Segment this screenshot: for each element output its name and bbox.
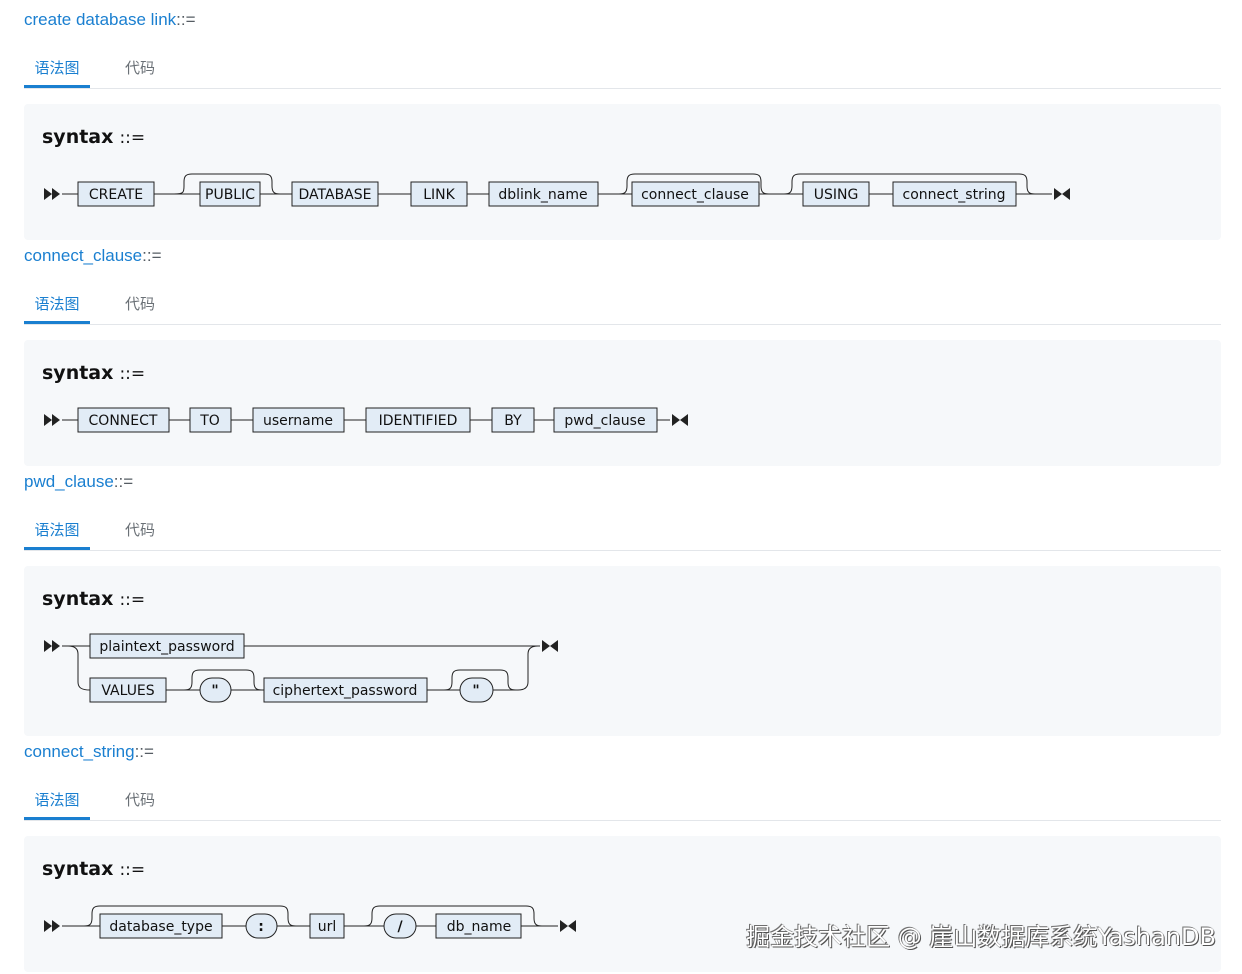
node-label: database_type — [109, 919, 212, 935]
heading-link[interactable]: create database link — [24, 10, 176, 29]
section-heading[interactable]: create database link::= — [24, 8, 196, 32]
node-label: connect_string — [903, 187, 1006, 203]
tab-diagram[interactable]: 语法图 — [24, 784, 90, 820]
node-label: VALUES — [101, 683, 154, 699]
node-label: ciphertext_password — [273, 683, 418, 699]
railroad-diagram: CREATE PUBLIC DATABASE LINK dblink_name … — [44, 173, 1070, 207]
node-label: PUBLIC — [205, 187, 255, 203]
node-label: CREATE — [89, 187, 143, 203]
tab-code[interactable]: 代码 — [118, 52, 162, 86]
railroad-diagram: CONNECT TO username IDENTIFIED BY pwd_cl… — [44, 407, 688, 433]
node-label: connect_clause — [641, 187, 749, 203]
tab-diagram[interactable]: 语法图 — [24, 52, 90, 88]
end-marker-icon — [560, 920, 568, 932]
node-label: TO — [199, 413, 220, 429]
node-label: " — [472, 683, 479, 699]
node-label: plaintext_password — [99, 639, 234, 655]
tab-bar: 语法图 代码 — [24, 784, 1221, 821]
node-label: db_name — [447, 919, 511, 935]
end-marker-icon — [672, 414, 680, 426]
node-label: : — [258, 919, 264, 935]
start-marker-icon — [44, 640, 52, 652]
node-label: / — [397, 919, 403, 935]
tab-code[interactable]: 代码 — [118, 784, 162, 818]
diagram-panel: syntax ::= CONNECT TO username IDENTIFIE… — [24, 340, 1221, 466]
node-label: USING — [814, 187, 859, 203]
tab-bar: 语法图 代码 — [24, 288, 1221, 325]
section-heading[interactable]: pwd_clause::= — [24, 470, 133, 494]
watermark: 掘金技术社区 @ 崖山数据库系统YashanDB — [746, 923, 1216, 951]
section-heading[interactable]: connect_clause::= — [24, 244, 162, 268]
section-heading[interactable]: connect_string::= — [24, 740, 154, 764]
node-label: username — [263, 413, 333, 429]
heading-link[interactable]: pwd_clause — [24, 472, 114, 491]
node-label: IDENTIFIED — [379, 413, 458, 429]
tab-diagram[interactable]: 语法图 — [24, 514, 90, 550]
start-marker-icon — [44, 414, 52, 426]
node-label: DATABASE — [299, 187, 372, 203]
node-label: dblink_name — [498, 187, 587, 203]
end-marker-icon — [1054, 188, 1062, 200]
heading-suffix: ::= — [113, 472, 134, 491]
heading-suffix: ::= — [176, 10, 196, 29]
tab-code[interactable]: 代码 — [118, 514, 162, 548]
diagram-panel: syntax ::= — [24, 104, 1221, 240]
node-label: url — [318, 919, 337, 935]
end-marker-icon — [542, 640, 550, 652]
start-marker-icon — [44, 188, 52, 200]
node-label: " — [211, 683, 218, 699]
tab-diagram[interactable]: 语法图 — [24, 288, 90, 324]
node-label: pwd_clause — [564, 413, 645, 429]
heading-suffix: ::= — [134, 742, 154, 761]
diagram-panel: syntax ::= — [24, 566, 1221, 736]
heading-suffix: ::= — [142, 246, 162, 265]
node-label: CONNECT — [89, 413, 158, 429]
heading-link[interactable]: connect_string — [24, 742, 135, 761]
railroad-diagram: plaintext_password VALUES " ciphertext_p… — [44, 633, 558, 703]
heading-link[interactable]: connect_clause — [24, 246, 142, 265]
node-label: BY — [504, 413, 522, 429]
tab-bar: 语法图 代码 — [24, 52, 1221, 89]
tab-bar: 语法图 代码 — [24, 514, 1221, 551]
start-marker-icon — [44, 920, 52, 932]
tab-code[interactable]: 代码 — [118, 288, 162, 322]
node-label: LINK — [423, 187, 455, 203]
